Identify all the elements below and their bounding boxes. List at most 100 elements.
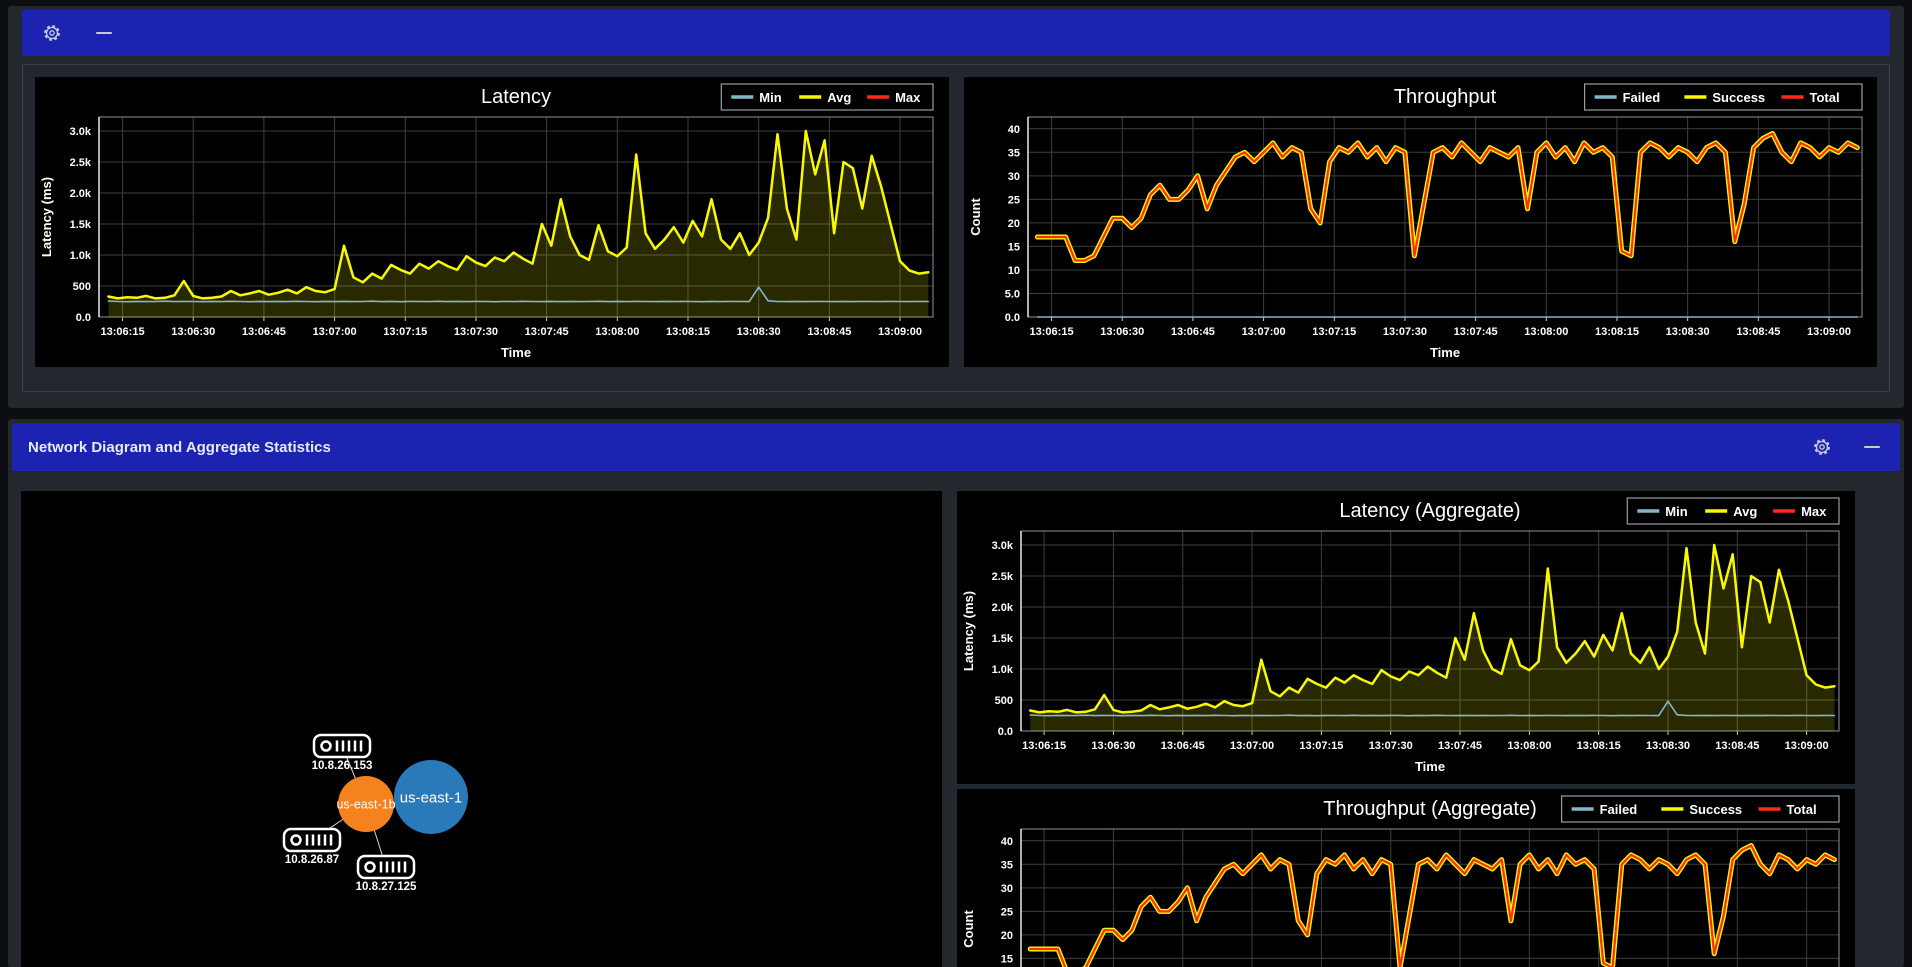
network-node-us-east-1[interactable]: us-east-1 xyxy=(394,760,468,834)
x-tick-label: 13:08:30 xyxy=(1665,326,1709,338)
svg-text:Success: Success xyxy=(1689,802,1742,817)
throughput-aggregate-chart[interactable]: 0.05.01015202530354013:06:1513:06:3013:0… xyxy=(957,789,1855,967)
svg-text:Max: Max xyxy=(895,90,921,105)
svg-text:Success: Success xyxy=(1712,90,1765,105)
x-tick-label: 13:06:30 xyxy=(1100,326,1144,338)
gear-icon xyxy=(42,23,62,43)
y-tick-label: 35 xyxy=(1001,859,1013,871)
x-axis-label: Time xyxy=(1415,759,1445,774)
latency-chart[interactable]: 0.05001.0k1.5k2.0k2.5k3.0k13:06:1513:06:… xyxy=(35,77,949,367)
svg-text:Failed: Failed xyxy=(1622,90,1660,105)
y-tick-label: 30 xyxy=(1007,171,1019,183)
x-tick-label: 13:07:15 xyxy=(383,326,427,338)
x-tick-label: 13:08:45 xyxy=(1715,740,1759,752)
y-tick-label: 20 xyxy=(1001,930,1013,942)
y-tick-label: 0.0 xyxy=(998,726,1013,738)
network-panel-content: us-east-1 us-east-1b 10.8.26.153 10.8.26.87… xyxy=(21,491,1904,967)
y-tick-label: 15 xyxy=(1007,241,1019,253)
svg-text:Total: Total xyxy=(1787,802,1817,817)
x-tick-label: 13:09:00 xyxy=(878,326,922,338)
svg-text:Min: Min xyxy=(759,90,781,105)
y-axis-label: Count xyxy=(968,198,983,236)
y-tick-label: 2.0k xyxy=(70,188,92,200)
minus-icon xyxy=(96,32,112,34)
x-tick-label: 13:07:30 xyxy=(1382,326,1426,338)
svg-text:Total: Total xyxy=(1809,90,1839,105)
x-tick-label: 13:09:00 xyxy=(1806,326,1850,338)
y-tick-label: 0.0 xyxy=(1004,312,1019,324)
settings-button[interactable] xyxy=(40,21,64,45)
charts-panel-content: 0.05001.0k1.5k2.0k2.5k3.0k13:06:1513:06:… xyxy=(22,64,1890,392)
svg-text:us-east-1: us-east-1 xyxy=(400,789,463,806)
x-tick-label: 13:06:15 xyxy=(101,326,145,338)
device-node-10.8.26.153[interactable]: 10.8.26.153 xyxy=(312,735,373,772)
svg-text:Failed: Failed xyxy=(1600,802,1638,817)
charts-panel: 0.05001.0k1.5k2.0k2.5k3.0k13:06:1513:06:… xyxy=(8,6,1904,408)
x-tick-label: 13:06:30 xyxy=(171,326,215,338)
y-tick-label: 1.0k xyxy=(70,250,92,262)
x-tick-label: 13:08:15 xyxy=(1577,740,1621,752)
y-axis-label: Count xyxy=(961,910,976,948)
svg-text:Max: Max xyxy=(1801,504,1827,519)
minus-icon xyxy=(1864,446,1880,448)
device-node-10.8.27.125[interactable]: 10.8.27.125 xyxy=(356,856,417,893)
x-tick-label: 13:06:45 xyxy=(242,326,286,338)
x-tick-label: 13:07:30 xyxy=(454,326,498,338)
x-tick-label: 13:08:30 xyxy=(1646,740,1690,752)
y-axis-label: Latency (ms) xyxy=(39,177,54,257)
x-tick-label: 13:07:00 xyxy=(313,326,357,338)
x-axis-label: Time xyxy=(1429,345,1459,360)
settings-button[interactable] xyxy=(1810,435,1834,459)
x-tick-label: 13:08:15 xyxy=(666,326,710,338)
svg-text:Min: Min xyxy=(1665,504,1687,519)
y-tick-label: 0.0 xyxy=(76,312,91,324)
y-tick-label: 500 xyxy=(995,695,1013,707)
collapse-button[interactable] xyxy=(1860,435,1884,459)
device-label: 10.8.26.153 xyxy=(312,760,373,772)
x-tick-label: 13:07:15 xyxy=(1312,326,1356,338)
y-tick-label: 1.0k xyxy=(992,664,1014,676)
device-node-10.8.26.87[interactable]: 10.8.26.87 xyxy=(284,829,340,866)
x-tick-label: 13:06:45 xyxy=(1170,326,1214,338)
chart-title: Throughput (Aggregate) xyxy=(1323,798,1536,820)
collapse-button[interactable] xyxy=(92,21,116,45)
network-diagram[interactable]: us-east-1 us-east-1b 10.8.26.153 10.8.26.87… xyxy=(21,491,942,967)
x-tick-label: 13:07:00 xyxy=(1230,740,1274,752)
x-tick-label: 13:09:00 xyxy=(1785,740,1829,752)
svg-text:Avg: Avg xyxy=(827,90,851,105)
legend: Failed Success Total xyxy=(1562,796,1839,822)
aggregate-charts-column: 0.05001.0k1.5k2.0k2.5k3.0k13:06:1513:06:… xyxy=(957,491,1855,967)
x-tick-label: 13:07:45 xyxy=(525,326,569,338)
y-tick-label: 10 xyxy=(1007,265,1019,277)
y-tick-label: 40 xyxy=(1001,836,1013,848)
y-tick-label: 1.5k xyxy=(70,219,92,231)
y-tick-label: 3.0k xyxy=(992,540,1014,552)
chart-title: Throughput xyxy=(1393,86,1496,108)
y-tick-label: 2.0k xyxy=(992,602,1014,614)
svg-text:us-east-1b: us-east-1b xyxy=(336,797,395,811)
latency-aggregate-chart[interactable]: 0.05001.0k1.5k2.0k2.5k3.0k13:06:1513:06:… xyxy=(957,491,1855,784)
network-diagram-panel: Network Diagram and Aggregate Statistics… xyxy=(8,419,1904,967)
x-tick-label: 13:08:15 xyxy=(1594,326,1638,338)
y-tick-label: 25 xyxy=(1007,194,1019,206)
series-line-total xyxy=(1030,846,1834,967)
x-tick-label: 13:07:45 xyxy=(1453,326,1497,338)
y-tick-label: 500 xyxy=(73,281,91,293)
legend: Min Avg Max xyxy=(721,84,933,110)
legend: MinAvgMax xyxy=(1627,498,1839,524)
x-tick-label: 13:08:00 xyxy=(1507,740,1551,752)
x-axis-label: Time xyxy=(501,345,531,360)
panel-title: Network Diagram and Aggregate Statistics xyxy=(28,439,1810,456)
x-tick-label: 13:07:30 xyxy=(1369,740,1413,752)
x-tick-label: 13:06:45 xyxy=(1161,740,1205,752)
y-axis-label: Latency (ms) xyxy=(961,591,976,671)
network-node-us-east-1b[interactable]: us-east-1b xyxy=(336,776,395,832)
x-tick-label: 13:06:15 xyxy=(1022,740,1066,752)
throughput-chart[interactable]: 0.05.01015202530354013:06:1513:06:3013:0… xyxy=(964,77,1878,367)
network-panel-header: Network Diagram and Aggregate Statistics xyxy=(12,423,1900,471)
x-tick-label: 13:08:30 xyxy=(737,326,781,338)
x-tick-label: 13:08:45 xyxy=(1736,326,1780,338)
charts-panel-header xyxy=(22,10,1890,56)
y-tick-label: 2.5k xyxy=(992,571,1014,583)
y-tick-label: 5.0 xyxy=(1004,288,1019,300)
